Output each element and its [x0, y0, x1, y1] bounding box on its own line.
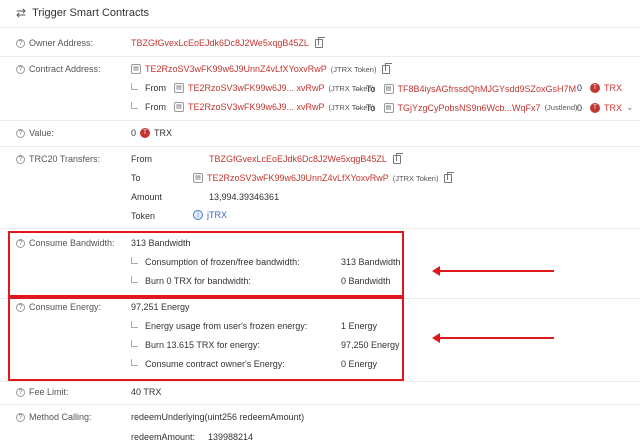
copy-icon[interactable] — [314, 36, 325, 48]
help-icon[interactable]: ? — [16, 38, 25, 48]
trc20-to-value: ▤ TE2RzoSV3wFK99w6J9UnnZ4vLfXYoxvRwP (JT… — [193, 171, 455, 183]
annotation-arrow-energy — [432, 333, 554, 343]
internal-transfer-to: → To ▤ TF8B4iysAGfrssdQhMJGYsdd9SZoxGsH7… — [352, 83, 577, 94]
divider — [0, 228, 640, 229]
annotation-box-energy — [8, 297, 404, 381]
from-address-link[interactable]: TE2RzoSV3wFK99w6J9... xvRwP — [188, 102, 325, 112]
trc20-amount-value: 13,994.39346361 — [209, 192, 280, 202]
internal-transfer-row: From ▤ TE2RzoSV3wFK99w6J9... xvRwP (JTRX… — [131, 82, 374, 93]
arrow-right-icon: → — [352, 83, 362, 94]
help-icon[interactable]: ? — [16, 412, 25, 422]
section-title-text: Trigger Smart Contracts — [32, 7, 150, 19]
divider — [0, 120, 640, 121]
contract-tag: (JTRX Token) — [330, 64, 377, 74]
copy-icon[interactable] — [382, 62, 393, 74]
trc20-from-value: TBZGfGvexLcEoEJdk6Dc8J2We5xqgB45ZL — [209, 152, 403, 164]
method-value: redeemUnderlying(uint256 redeemAmount) — [131, 412, 305, 422]
trc20-from-label: From — [131, 154, 152, 164]
trx-token-icon: T — [590, 102, 601, 113]
to-address-link[interactable]: TF8B4iysAGfrssdQhMJGYsdd9SZoxGsH7M — [398, 84, 577, 94]
section-title: ⇄ Trigger Smart Contracts — [16, 6, 149, 20]
trc20-from-link[interactable]: TBZGfGvexLcEoEJdk6Dc8J2We5xqgB45ZL — [209, 154, 387, 164]
trc20-to-label: To — [131, 173, 141, 183]
annotation-box-bandwidth — [8, 231, 404, 297]
to-address-link[interactable]: TGjYzgCyPobsNS9n6Wcb...WqFx7 — [398, 103, 541, 113]
jtrx-token-link[interactable]: jTRX — [207, 210, 227, 220]
trc20-token-value: j jTRX — [193, 210, 227, 220]
internal-transfer-row: From ▤ TE2RzoSV3wFK99w6J9... xvRwP (JTRX… — [131, 101, 374, 112]
method-param-value: 139988214 — [208, 432, 254, 442]
help-icon[interactable]: ? — [16, 154, 25, 164]
divider — [0, 27, 640, 28]
owner-address-value: TBZGfGvexLcEoEJdk6Dc8J2We5xqgB45ZL — [131, 36, 325, 48]
copy-icon[interactable] — [444, 171, 455, 183]
trx-token-icon: T — [590, 83, 601, 93]
help-icon[interactable]: ? — [16, 387, 25, 397]
internal-transfer-amount: 0 T TRX ⌄ — [577, 102, 634, 113]
owner-address-label: ? Owner Address: — [16, 38, 93, 48]
trc20-amount-label: Amount — [131, 192, 163, 202]
contract-address-value: ▤ TE2RzoSV3wFK99w6J9UnnZ4vLfXYoxvRwP (JT… — [131, 62, 393, 74]
copy-icon[interactable] — [392, 152, 403, 164]
arrow-right-icon: → — [352, 102, 362, 113]
tree-connector — [131, 101, 138, 109]
method-label: ? Method Calling: — [16, 412, 92, 422]
fee-limit-label: ? Fee Limit: — [16, 387, 69, 397]
trx-token-icon: T — [140, 128, 151, 138]
from-address-link[interactable]: TE2RzoSV3wFK99w6J9... xvRwP — [188, 83, 325, 93]
value-amount: 0 T TRX — [131, 128, 173, 138]
trc20-token-label: Token — [131, 211, 156, 221]
help-icon[interactable]: ? — [16, 128, 25, 138]
contract-address-link[interactable]: TE2RzoSV3wFK99w6J9UnnZ4vLfXYoxvRwP — [145, 64, 327, 74]
contract-icon: ▤ — [383, 83, 394, 94]
divider — [0, 404, 640, 405]
contract-icon: ▤ — [174, 102, 184, 112]
divider — [0, 56, 640, 57]
help-icon[interactable]: ? — [16, 64, 25, 74]
divider — [0, 146, 640, 147]
contract-address-label: ? Contract Address: — [16, 64, 101, 74]
annotation-arrow-bandwidth — [432, 266, 554, 276]
trc20-label: ? TRC20 Transfers: — [16, 154, 100, 164]
trc20-to-link[interactable]: TE2RzoSV3wFK99w6J9UnnZ4vLfXYoxvRwP — [207, 173, 389, 183]
method-param-label: redeemAmount: — [131, 432, 196, 442]
owner-address-link[interactable]: TBZGfGvexLcEoEJdk6Dc8J2We5xqgB45ZL — [131, 38, 309, 48]
jtrx-token-icon: j — [193, 210, 203, 220]
chevron-down-icon[interactable]: ⌄ — [626, 102, 634, 113]
fee-limit-value: 40 TRX — [131, 387, 162, 397]
tree-connector — [131, 82, 138, 90]
contract-icon: ▤ — [383, 102, 394, 113]
swap-arrows-icon: ⇄ — [16, 6, 27, 20]
contract-icon: ▤ — [174, 83, 184, 93]
contract-icon: ▤ — [131, 64, 141, 74]
divider — [0, 381, 640, 382]
internal-transfer-to: → To ▤ TGjYzgCyPobsNS9n6Wcb...WqFx7 (Jus… — [352, 102, 578, 113]
contract-icon: ▤ — [193, 173, 203, 183]
internal-transfer-amount: 0 T TRX — [577, 83, 623, 93]
value-label: ? Value: — [16, 128, 54, 138]
